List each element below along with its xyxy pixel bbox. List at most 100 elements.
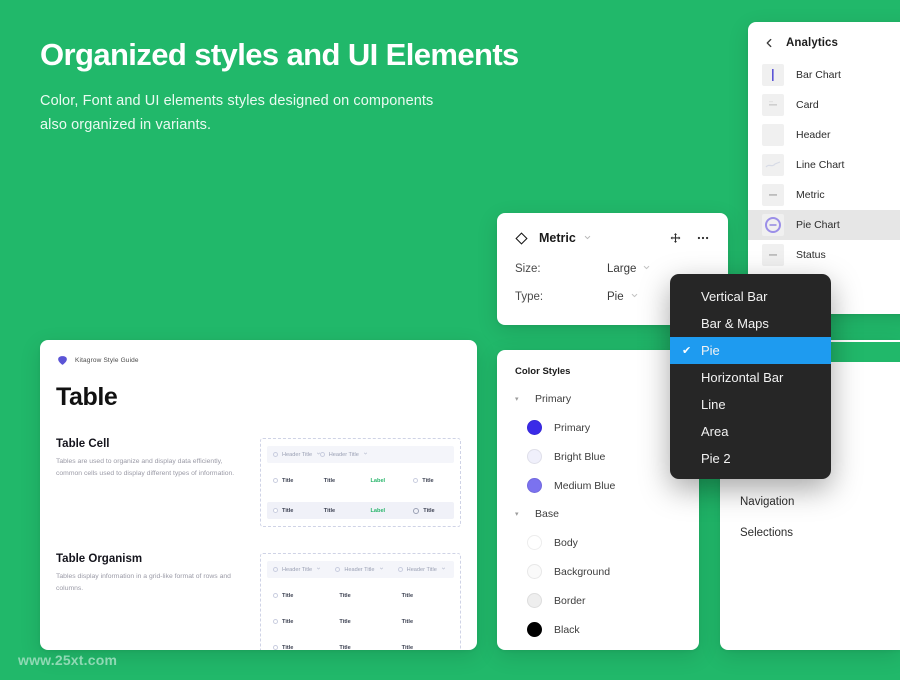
chevron-down-icon[interactable] (379, 566, 384, 573)
caret-down-icon[interactable]: ▾ (515, 510, 522, 518)
table-preview-cell[interactable]: Title (392, 619, 454, 625)
analytics-item-bar-chart[interactable]: Bar Chart (748, 60, 900, 90)
table-preview-cell[interactable]: Title (267, 593, 329, 599)
color-swatch (527, 449, 542, 464)
table-section-description: Tables are used to organize and display … (56, 458, 235, 477)
table-preview-cell[interactable]: Title (392, 593, 454, 599)
table-preview-cell[interactable]: Title (329, 619, 391, 625)
color-item-label: Bright Blue (554, 450, 606, 463)
caret-down-icon[interactable]: ▾ (515, 395, 522, 403)
table-preview-header-cell[interactable]: Header Title (314, 451, 367, 458)
chevron-down-icon[interactable] (363, 451, 368, 458)
table-preview-cell[interactable]: Title (329, 593, 391, 599)
table-preview-cell-text: Title (423, 507, 435, 514)
dropdown-option-pie-2[interactable]: Pie 2 (670, 445, 831, 472)
chevron-down-icon[interactable] (441, 566, 446, 573)
dropdown-option-pie[interactable]: ✔ Pie (670, 337, 831, 364)
hero-subtitle-line-1: Color, Font and UI elements styles desig… (40, 93, 434, 110)
metric-row-value[interactable]: Pie (607, 291, 624, 303)
table-preview-cell[interactable]: Title (267, 619, 329, 625)
radio-icon[interactable] (273, 508, 278, 513)
hero-subtitle: Color, Font and UI elements styles desig… (40, 90, 600, 137)
table-preview-header-text: Header Title (328, 451, 359, 458)
table-preview-header-cell[interactable]: Header Title (267, 566, 329, 573)
table-preview-cell-text: Title (339, 618, 351, 625)
table-preview-row: Title Title Label Title (267, 472, 454, 489)
table-section-description: Tables display information in a grid-lik… (56, 573, 231, 592)
table-preview-cell[interactable]: Title (407, 478, 454, 484)
table-section-title: Table Cell (56, 438, 110, 450)
move-icon[interactable] (669, 232, 682, 245)
info-icon (413, 507, 420, 514)
table-preview-header-cell[interactable]: Header Title (392, 566, 454, 573)
table-preview-cell[interactable]: Title (329, 645, 391, 651)
table-preview-cell-text: Title (282, 507, 294, 514)
radio-icon (319, 452, 325, 457)
color-swatch (527, 420, 542, 435)
analytics-item-label: Pie Chart (796, 219, 840, 231)
chevron-down-icon[interactable] (630, 291, 639, 303)
card-thumb (762, 94, 784, 116)
color-styles-panel: Color Styles ▾ Primary Primary Bright Blue M… (497, 350, 699, 650)
chevron-down-icon[interactable] (316, 566, 321, 573)
dropdown-option-bar-maps[interactable]: Bar & Maps (670, 310, 831, 337)
more-horizontal-icon[interactable] (696, 231, 710, 245)
chevron-down-icon[interactable] (642, 263, 651, 275)
dropdown-option-vertical-bar[interactable]: Vertical Bar (670, 283, 831, 310)
radio-icon[interactable] (413, 478, 419, 483)
table-preview-cell[interactable]: Label (361, 478, 408, 484)
analytics-item-pie-chart[interactable]: Pie Chart (748, 210, 900, 240)
table-preview-cell[interactable]: Title (267, 645, 329, 650)
table-preview-cell[interactable]: Label (361, 508, 408, 514)
table-preview-cell[interactable]: Title (267, 478, 314, 484)
chart-type-option-list: Vertical Bar Bar & Maps ✔ Pie Horizontal Bar… (670, 283, 831, 472)
analytics-item-line-chart[interactable]: Line Chart (748, 150, 900, 180)
color-swatch (527, 478, 542, 493)
analytics-item-label: Card (796, 99, 819, 111)
table-preview-row: Title Title Label Title (267, 502, 454, 519)
header-thumb (762, 124, 784, 146)
table-preview-cell[interactable]: Title (314, 478, 361, 484)
color-group-base[interactable]: ▾ Base (497, 500, 699, 528)
analytics-item-card[interactable]: Card (748, 90, 900, 120)
analytics-item-status[interactable]: Status (748, 240, 900, 270)
color-item-body[interactable]: Body (497, 528, 699, 557)
table-preview-cell[interactable]: Title (407, 507, 454, 514)
dropdown-option-area[interactable]: Area (670, 418, 831, 445)
analytics-item-label: Metric (796, 189, 825, 201)
analytics-item-header[interactable]: Header (748, 120, 900, 150)
analytics-item-metric[interactable]: Metric (748, 180, 900, 210)
metric-row-value[interactable]: Large (607, 263, 636, 275)
table-preview-header-cell[interactable]: Header Title (267, 451, 321, 458)
color-item-primary[interactable]: Primary (497, 413, 699, 442)
category-item-selections[interactable]: Selections (720, 517, 900, 548)
table-preview-cell[interactable]: Title (267, 508, 314, 514)
dropdown-option-horizontal-bar[interactable]: Horizontal Bar (670, 364, 831, 391)
color-group-primary[interactable]: ▾ Primary (497, 385, 699, 413)
table-preview-cell-text: Title (401, 618, 414, 625)
radio-icon[interactable] (273, 593, 278, 598)
table-preview: Header Title Header Title Title Title Label T… (260, 438, 461, 527)
table-preview-cell[interactable]: Title (392, 645, 454, 651)
dropdown-option-label: Horizontal Bar (701, 370, 784, 385)
color-item-medium-blue[interactable]: Medium Blue (497, 471, 699, 500)
table-preview-cell-text: Title (401, 592, 414, 599)
table-preview-header-cell[interactable]: Header Title (329, 566, 391, 573)
category-item-navigation[interactable]: Navigation (720, 486, 900, 517)
dropdown-option-line[interactable]: Line (670, 391, 831, 418)
table-preview-cell-text: Title (339, 592, 351, 599)
color-item-border[interactable]: Border (497, 586, 699, 615)
color-item-bright-blue[interactable]: Bright Blue (497, 442, 699, 471)
chevron-left-icon[interactable] (762, 36, 776, 50)
radio-icon[interactable] (273, 619, 278, 624)
color-group-name: Primary (535, 393, 572, 405)
hero-subtitle-line-2: also organized in variants. (40, 116, 212, 133)
chevron-down-icon[interactable] (583, 229, 592, 247)
table-preview-cell[interactable]: Title (314, 508, 361, 514)
radio-icon[interactable] (273, 645, 278, 650)
chart-type-dropdown-menu[interactable]: Vertical Bar Bar & Maps ✔ Pie Horizontal Bar… (670, 274, 831, 479)
color-item-background[interactable]: Background (497, 557, 699, 586)
table-preview-cell-text: Title (282, 618, 294, 625)
radio-icon[interactable] (273, 478, 278, 483)
color-item-black[interactable]: Black (497, 615, 699, 644)
